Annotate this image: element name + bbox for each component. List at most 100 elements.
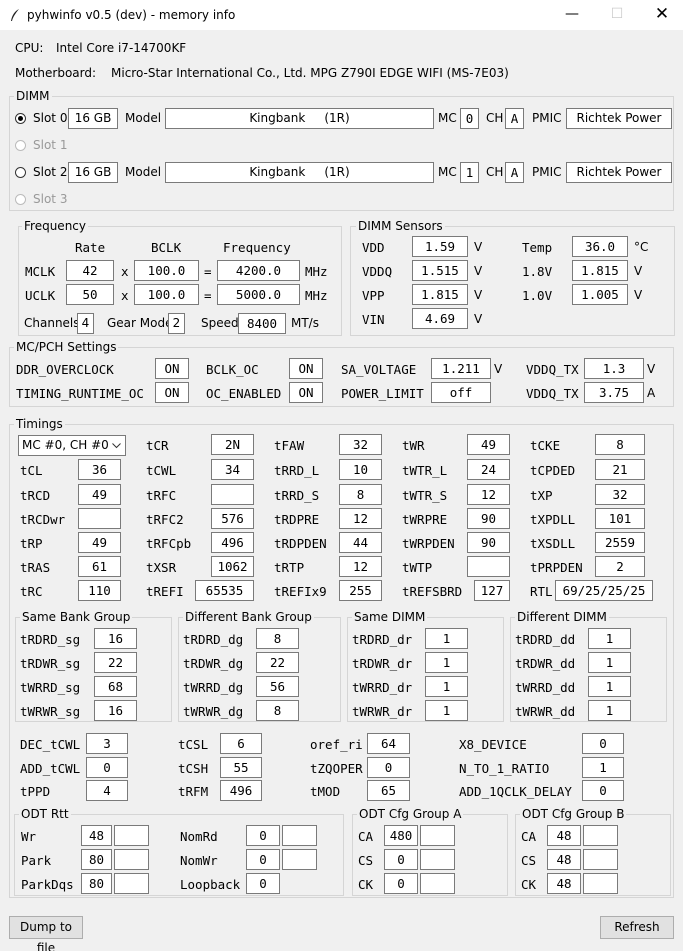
timing-label-trefix9: tREFIx9 bbox=[274, 584, 327, 599]
turn-value-twrwr-dr: 1 bbox=[425, 700, 468, 721]
ddr-overclock-label: DDR_OVERCLOCK bbox=[16, 362, 114, 377]
slot-2-pmic-label: PMIC bbox=[532, 165, 562, 179]
slot-2-ch-label: CH bbox=[486, 165, 504, 179]
temp-unit: °C bbox=[634, 240, 649, 254]
timing-label-twtp: tWTP bbox=[402, 560, 433, 575]
mc-channel-select-value: MC #0, CH #0 bbox=[22, 438, 109, 452]
turn-value-trdrd-sg: 16 bbox=[94, 628, 137, 649]
uclk-bclk: 100.0 bbox=[134, 284, 199, 305]
timing-label-txpdll: tXPDLL bbox=[530, 512, 576, 527]
misc-label-tcsh: tCSH bbox=[178, 761, 209, 776]
timing-value-trcd: 49 bbox=[78, 484, 121, 505]
cfgb-ck-value2 bbox=[583, 873, 618, 894]
misc-value-tmod: 65 bbox=[367, 780, 410, 801]
cfga-ca-label: CA bbox=[358, 829, 374, 844]
slot-1-label: Slot 1 bbox=[33, 138, 68, 152]
turn-value-trdwr-dr: 1 bbox=[425, 652, 468, 673]
vdd-unit: V bbox=[474, 240, 483, 254]
turn-label-twrrd-dg: tWRRD_dg bbox=[183, 680, 244, 695]
timing-label-trrd-s: tRRD_S bbox=[274, 488, 320, 503]
v18-label: 1.8V bbox=[522, 264, 553, 279]
ddr-overclock-value: ON bbox=[155, 358, 189, 379]
vdd-label: VDD bbox=[362, 240, 385, 255]
power-limit-label: POWER_LIMIT bbox=[341, 386, 424, 401]
vddq-value: 1.515 bbox=[412, 260, 468, 281]
close-icon[interactable]: ✕ bbox=[639, 0, 683, 30]
v18-unit: V bbox=[634, 264, 643, 278]
turn-value-trdrd-dg: 8 bbox=[256, 628, 299, 649]
mc-channel-select[interactable]: MC #0, CH #0 bbox=[18, 435, 126, 456]
slot-0-radio[interactable] bbox=[15, 113, 26, 124]
refresh-button[interactable]: Refresh bbox=[600, 916, 674, 939]
misc-value-tcsl: 6 bbox=[220, 733, 262, 754]
turn-value-twrrd-dr: 1 bbox=[425, 676, 468, 697]
timing-label-trc: tRC bbox=[20, 584, 43, 599]
turn-value-twrrd-sg: 68 bbox=[94, 676, 137, 697]
timing-value-trfcpb: 496 bbox=[211, 532, 254, 553]
maximize-icon[interactable]: ☐ bbox=[594, 0, 640, 30]
odt-cfg-b-title: ODT Cfg Group B bbox=[520, 807, 627, 821]
timings-title: Timings bbox=[14, 417, 65, 431]
timing-value-trp: 49 bbox=[78, 532, 121, 553]
temp-value: 36.0 bbox=[572, 236, 628, 257]
turn-label-trdrd-dd: tRDRD_dd bbox=[515, 632, 576, 647]
frequency-title: Frequency bbox=[22, 219, 88, 233]
timing-value-tcke: 8 bbox=[595, 434, 645, 455]
turn-label-twrrd-dr: tWRRD_dr bbox=[352, 680, 413, 695]
timing-value-trcdwr bbox=[78, 508, 121, 529]
timing-label-trfc: tRFC bbox=[146, 488, 177, 503]
speed-label: Speed bbox=[201, 316, 239, 330]
slot-0-label: Slot 0 bbox=[33, 111, 68, 125]
odt-loopback-label: Loopback bbox=[180, 877, 241, 892]
turn-value-trdwr-dd: 1 bbox=[588, 652, 631, 673]
cfga-cs-value: 0 bbox=[384, 849, 418, 870]
power-limit-value: off bbox=[431, 382, 491, 403]
timing-value-twtr-s: 12 bbox=[467, 484, 510, 505]
timing-label-twr: tWR bbox=[402, 438, 425, 453]
mclk-freq: 4200.0 bbox=[217, 260, 300, 281]
cpu-value: Intel Core i7-14700KF bbox=[56, 41, 187, 55]
uclk-rate: 50 bbox=[66, 284, 114, 305]
timing-value-trfc bbox=[211, 484, 254, 505]
timing-label-trdpre: tRDPRE bbox=[274, 512, 320, 527]
turn-label-twrrd-sg: tWRRD_sg bbox=[20, 680, 81, 695]
dump-to-file-button[interactable]: Dump to file bbox=[9, 916, 83, 951]
mclk-bclk: 100.0 bbox=[134, 260, 199, 281]
turn-label-trdrd-sg: tRDRD_sg bbox=[20, 632, 81, 647]
odt-nomrd-value2 bbox=[282, 825, 317, 846]
slot-0-size: 16 GB bbox=[68, 108, 118, 129]
odt-nomrd-value: 0 bbox=[246, 825, 280, 846]
misc-label-trfm: tRFM bbox=[178, 784, 209, 799]
cfga-ck-value2 bbox=[420, 873, 455, 894]
timing-value-trfc2: 576 bbox=[211, 508, 254, 529]
slot-1-radio[interactable] bbox=[15, 140, 26, 151]
timing-value-txp: 32 bbox=[595, 484, 645, 505]
slot-2-size: 16 GB bbox=[68, 162, 118, 183]
misc-value-tppd: 4 bbox=[86, 780, 128, 801]
turn-value-twrrd-dg: 56 bbox=[256, 676, 299, 697]
odt-nomwr-value2 bbox=[282, 849, 317, 870]
timing-label-txsdll: tXSDLL bbox=[530, 536, 576, 551]
slot-3-radio[interactable] bbox=[15, 194, 26, 205]
slot-2-label: Slot 2 bbox=[33, 165, 68, 179]
slot-2-radio[interactable] bbox=[15, 167, 26, 178]
slot-0-pmic-label: PMIC bbox=[532, 111, 562, 125]
timing-value-trefi: 65535 bbox=[195, 580, 254, 601]
misc-value-trfm: 496 bbox=[220, 780, 262, 801]
turn-label-trdrd-dr: tRDRD_dr bbox=[352, 632, 413, 647]
slot-0-pmic: Richtek Power bbox=[566, 108, 672, 129]
minimize-icon[interactable]: — bbox=[549, 0, 595, 30]
v10-unit: V bbox=[634, 288, 643, 302]
oc-enabled-label: OC_ENABLED bbox=[206, 386, 282, 401]
timing-value-trdpre: 12 bbox=[339, 508, 382, 529]
bclk-oc-value: ON bbox=[289, 358, 323, 379]
timing-label-trefsbrd: tREFSBRD bbox=[402, 584, 463, 599]
vddq-unit: V bbox=[474, 264, 483, 278]
misc-label-dec-tcwl: DEC_tCWL bbox=[20, 737, 81, 752]
odt-rtt-title: ODT Rtt bbox=[19, 807, 71, 821]
dimm-sensors-title: DIMM Sensors bbox=[356, 219, 445, 233]
turn-value-twrrd-dd: 1 bbox=[588, 676, 631, 697]
chevron-down-icon bbox=[112, 443, 121, 449]
temp-label: Temp bbox=[522, 240, 553, 255]
odt-parkdqs-value: 80 bbox=[81, 873, 112, 894]
